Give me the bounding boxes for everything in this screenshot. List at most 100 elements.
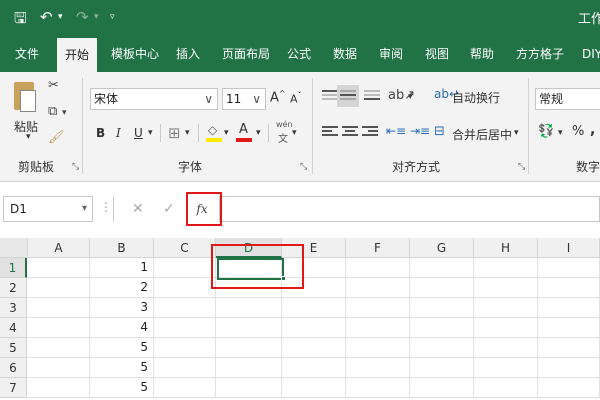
- cell-h4[interactable]: [474, 318, 538, 338]
- enter-icon[interactable]: ✓: [163, 196, 175, 222]
- cell-h2[interactable]: [474, 278, 538, 298]
- cell-b2[interactable]: 2: [90, 278, 154, 298]
- cell-g7[interactable]: [410, 378, 474, 398]
- currency-icon[interactable]: 💱: [538, 124, 554, 139]
- align-center-icon[interactable]: [342, 126, 358, 140]
- cell-e6[interactable]: [282, 358, 346, 378]
- undo-icon[interactable]: ↶: [40, 8, 53, 26]
- cell-a7[interactable]: [28, 378, 90, 398]
- cell-i1[interactable]: [538, 258, 600, 278]
- fill-color-dropdown-icon[interactable]: ▾: [224, 128, 229, 138]
- cell-c3[interactable]: [154, 298, 216, 318]
- cell-e3[interactable]: [282, 298, 346, 318]
- cell-g3[interactable]: [410, 298, 474, 318]
- tab-fangfang[interactable]: 方方格子: [508, 36, 572, 72]
- paste-icon[interactable]: [12, 82, 38, 114]
- cell-a1[interactable]: [28, 258, 90, 278]
- cell-c7[interactable]: [154, 378, 216, 398]
- align-top-icon[interactable]: [322, 90, 338, 104]
- row-header-7[interactable]: 7: [0, 378, 27, 398]
- cell-c4[interactable]: [154, 318, 216, 338]
- row-header-5[interactable]: 5: [0, 338, 27, 358]
- column-header-b[interactable]: B: [90, 238, 154, 258]
- cell-f7[interactable]: [346, 378, 410, 398]
- cell-a2[interactable]: [28, 278, 90, 298]
- cell-a4[interactable]: [28, 318, 90, 338]
- orientation-dropdown-icon[interactable]: ▾: [408, 92, 413, 102]
- cell-f6[interactable]: [346, 358, 410, 378]
- row-header-4[interactable]: 4: [0, 318, 27, 338]
- row-header-6[interactable]: 6: [0, 358, 27, 378]
- phonetic-guide-icon[interactable]: wén: [276, 120, 293, 129]
- increase-indent-icon[interactable]: ⇥≡: [410, 124, 430, 138]
- cell-f4[interactable]: [346, 318, 410, 338]
- cell-b5[interactable]: 5: [90, 338, 154, 358]
- row-header-2[interactable]: 2: [0, 278, 27, 298]
- cancel-icon[interactable]: ✕: [132, 196, 144, 222]
- font-launcher-icon[interactable]: ⤡: [300, 162, 307, 172]
- comma-style-button[interactable]: ,: [590, 122, 595, 138]
- row-header-1[interactable]: 1: [0, 258, 27, 278]
- wrap-text-button[interactable]: 自动换行: [452, 89, 500, 106]
- copy-dropdown-icon[interactable]: ▾: [62, 108, 67, 118]
- cell-g2[interactable]: [410, 278, 474, 298]
- cell-c5[interactable]: [154, 338, 216, 358]
- cell-d3[interactable]: [216, 298, 282, 318]
- cell-h1[interactable]: [474, 258, 538, 278]
- clipboard-launcher-icon[interactable]: ⤡: [72, 162, 79, 172]
- cell-a5[interactable]: [28, 338, 90, 358]
- underline-dropdown-icon[interactable]: ▾: [148, 128, 153, 138]
- tab-formulas[interactable]: 公式: [279, 36, 319, 72]
- tab-view[interactable]: 视图: [417, 36, 457, 72]
- fill-color-icon[interactable]: ◇: [206, 123, 222, 142]
- alignment-launcher-icon[interactable]: ⤡: [518, 162, 525, 172]
- font-name-select[interactable]: 宋体 ∨: [90, 88, 218, 110]
- align-bottom-icon[interactable]: [364, 90, 380, 104]
- column-header-a[interactable]: A: [28, 238, 90, 258]
- format-painter-icon[interactable]: 🖌: [48, 130, 65, 145]
- cell-f1[interactable]: [346, 258, 410, 278]
- number-format-select[interactable]: 常规: [535, 88, 600, 110]
- tab-help[interactable]: 帮助: [462, 36, 502, 72]
- decrease-indent-icon[interactable]: ⇤≡: [386, 124, 406, 138]
- formula-input[interactable]: [219, 196, 600, 222]
- cell-i7[interactable]: [538, 378, 600, 398]
- border-dropdown-icon[interactable]: ▾: [185, 128, 190, 138]
- cell-h7[interactable]: [474, 378, 538, 398]
- currency-dropdown-icon[interactable]: ▾: [558, 128, 563, 138]
- save-icon[interactable]: 🖫: [14, 8, 27, 33]
- tab-review[interactable]: 审阅: [371, 36, 411, 72]
- cell-b4[interactable]: 4: [90, 318, 154, 338]
- shrink-font-button[interactable]: Aˇ: [290, 91, 302, 106]
- tab-file[interactable]: 文件: [7, 36, 47, 72]
- tab-insert[interactable]: 插入: [168, 36, 208, 72]
- cell-b3[interactable]: 3: [90, 298, 154, 318]
- cell-d6[interactable]: [216, 358, 282, 378]
- merge-dropdown-icon[interactable]: ▾: [514, 128, 519, 138]
- column-header-c[interactable]: C: [154, 238, 216, 258]
- tab-template-center[interactable]: 模板中心: [103, 36, 167, 72]
- font-size-select[interactable]: 11 ∨: [222, 88, 266, 110]
- cell-i6[interactable]: [538, 358, 600, 378]
- cell-f2[interactable]: [346, 278, 410, 298]
- cell-i5[interactable]: [538, 338, 600, 358]
- redo-dropdown-icon[interactable]: ▾: [94, 12, 99, 22]
- cell-h5[interactable]: [474, 338, 538, 358]
- tab-page-layout[interactable]: 页面布局: [214, 36, 278, 72]
- font-color-dropdown-icon[interactable]: ▾: [256, 128, 261, 138]
- cell-f5[interactable]: [346, 338, 410, 358]
- cell-i2[interactable]: [538, 278, 600, 298]
- cell-a6[interactable]: [28, 358, 90, 378]
- column-header-i[interactable]: I: [538, 238, 600, 258]
- select-all-corner[interactable]: [0, 238, 28, 258]
- percent-button[interactable]: %: [572, 124, 584, 139]
- copy-icon[interactable]: ⧉: [48, 104, 57, 119]
- cell-h3[interactable]: [474, 298, 538, 318]
- paste-dropdown-icon[interactable]: ▾: [26, 132, 31, 142]
- italic-button[interactable]: I: [116, 126, 121, 140]
- customize-icon[interactable]: ▿: [110, 12, 115, 22]
- cell-e5[interactable]: [282, 338, 346, 358]
- cell-b7[interactable]: 5: [90, 378, 154, 398]
- tab-data[interactable]: 数据: [325, 36, 365, 72]
- cell-c1[interactable]: [154, 258, 216, 278]
